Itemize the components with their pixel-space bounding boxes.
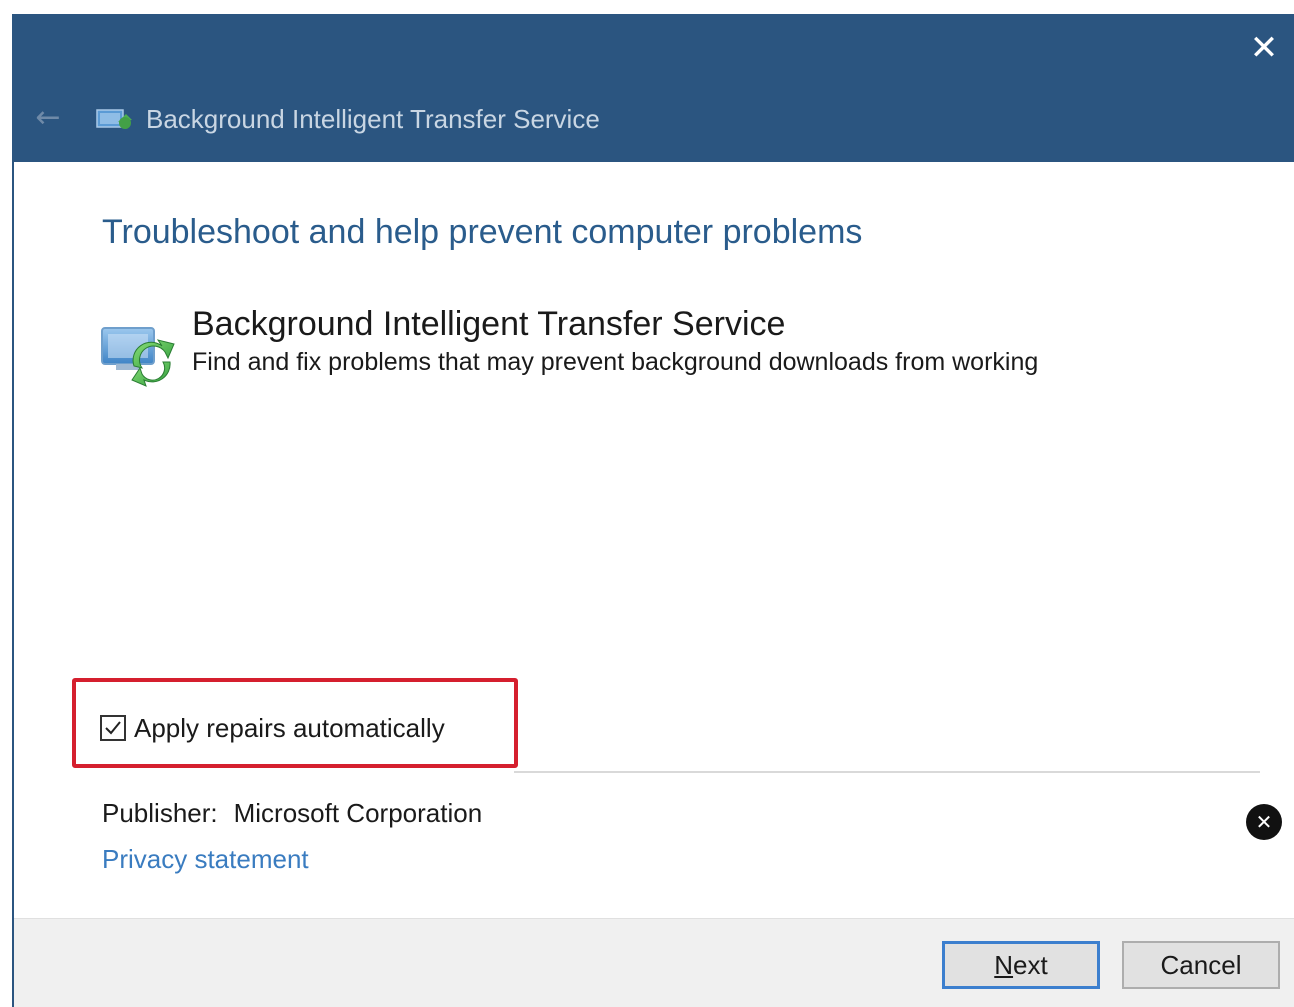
close-button[interactable]: ✕ [1244, 28, 1284, 68]
troubleshooter-window: ✕ ← Background Intelligent Transfer Serv… [12, 14, 1294, 1007]
back-arrow-icon[interactable]: ← [30, 100, 66, 136]
checkbox-checked-icon[interactable] [100, 715, 126, 741]
publisher-line: Publisher: Microsoft Corporation [102, 794, 482, 832]
apply-repairs-checkbox[interactable]: Apply repairs automatically [100, 708, 445, 748]
screenshot-page: ✕ ← Background Intelligent Transfer Serv… [0, 0, 1294, 1007]
publisher-value: Microsoft Corporation [233, 798, 483, 828]
title-bar: ✕ ← Background Intelligent Transfer Serv… [14, 14, 1294, 162]
cancel-button[interactable]: Cancel [1122, 941, 1280, 989]
publisher-label: Publisher: [102, 798, 218, 828]
window-title: Background Intelligent Transfer Service [146, 104, 600, 134]
dismiss-overlay-icon[interactable]: ✕ [1246, 804, 1282, 840]
bits-title-icon [96, 106, 134, 132]
service-name: Background Intelligent Transfer Service [192, 305, 786, 343]
next-label-rest: ext [1013, 950, 1048, 980]
next-button[interactable]: Next [942, 941, 1100, 989]
apply-repairs-label[interactable]: Apply repairs automatically [134, 708, 445, 748]
bits-transfer-icon [100, 316, 176, 388]
privacy-statement-link[interactable]: Privacy statement [102, 840, 309, 878]
divider [514, 771, 1260, 773]
service-description: Find and fix problems that may prevent b… [192, 348, 1039, 376]
next-mnemonic: N [994, 950, 1014, 980]
dialog-footer: Next Cancel [14, 918, 1294, 1007]
page-heading: Troubleshoot and help prevent computer p… [102, 213, 863, 251]
